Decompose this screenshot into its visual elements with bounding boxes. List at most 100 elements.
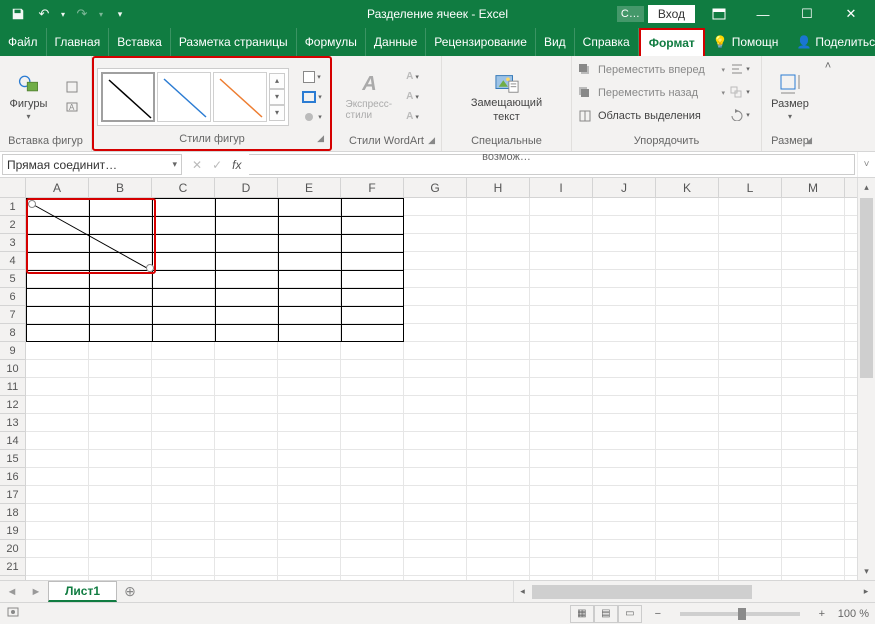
- col-header[interactable]: A: [26, 178, 89, 197]
- macro-record-button[interactable]: [6, 605, 20, 622]
- sheet-nav-next[interactable]: ►: [24, 581, 48, 602]
- scroll-up-button[interactable]: ▴: [858, 178, 875, 196]
- zoom-slider-thumb[interactable]: [738, 608, 746, 620]
- expand-formula-bar-button[interactable]: ˅: [857, 152, 875, 177]
- style-thumb-3[interactable]: [213, 72, 267, 122]
- row-header[interactable]: 8: [0, 324, 25, 342]
- shape-handle-end[interactable]: [146, 264, 154, 272]
- express-styles-button[interactable]: A Экспресс-стили: [346, 67, 394, 127]
- shape-handle-start[interactable]: [28, 200, 36, 208]
- group-button[interactable]: ▾: [725, 83, 755, 101]
- row-header[interactable]: 2: [0, 216, 25, 234]
- tab-help[interactable]: Справка: [575, 28, 639, 56]
- redo-more-button[interactable]: ▾: [96, 3, 106, 25]
- save-button[interactable]: [6, 3, 30, 25]
- redo-button[interactable]: ↷: [70, 3, 94, 25]
- row-header[interactable]: 13: [0, 414, 25, 432]
- row-header[interactable]: 20: [0, 540, 25, 558]
- undo-more-button[interactable]: ▾: [58, 3, 68, 25]
- align-button[interactable]: ▾: [725, 60, 755, 78]
- rotate-button[interactable]: ▾: [725, 106, 755, 124]
- normal-view-button[interactable]: ▦: [570, 605, 594, 623]
- tab-view[interactable]: Вид: [536, 28, 575, 56]
- tab-insert[interactable]: Вставка: [109, 28, 171, 56]
- col-header[interactable]: C: [152, 178, 215, 197]
- minimize-button[interactable]: —: [743, 0, 783, 28]
- row-header[interactable]: 14: [0, 432, 25, 450]
- hscroll-thumb[interactable]: [532, 585, 752, 599]
- size-dialog-launcher[interactable]: ◢: [805, 132, 812, 148]
- text-effects-button[interactable]: A▾: [398, 108, 428, 126]
- row-header[interactable]: 6: [0, 288, 25, 306]
- tab-data[interactable]: Данные: [366, 28, 426, 56]
- row-header[interactable]: 4: [0, 252, 25, 270]
- edit-shape-button[interactable]: [57, 78, 87, 96]
- col-header[interactable]: I: [530, 178, 593, 197]
- scroll-down-button[interactable]: ▾: [858, 562, 875, 580]
- text-box-button[interactable]: A: [57, 98, 87, 116]
- row-header[interactable]: 9: [0, 342, 25, 360]
- tell-me-button[interactable]: 💡 Помощн: [705, 28, 787, 56]
- scroll-left-button[interactable]: ◂: [514, 586, 532, 597]
- row-header[interactable]: 5: [0, 270, 25, 288]
- select-all-button[interactable]: [0, 178, 26, 198]
- undo-button[interactable]: ↶: [32, 3, 56, 25]
- row-header[interactable]: 3: [0, 234, 25, 252]
- col-header[interactable]: J: [593, 178, 656, 197]
- alt-text-button[interactable]: Замещающий текст: [462, 67, 552, 127]
- row-header[interactable]: 15: [0, 450, 25, 468]
- col-header[interactable]: D: [215, 178, 278, 197]
- shapes-button[interactable]: Фигуры ▾: [5, 67, 53, 127]
- zoom-in-button[interactable]: +: [814, 608, 830, 620]
- horizontal-scrollbar[interactable]: ◂ ▸: [513, 581, 875, 602]
- col-header[interactable]: K: [656, 178, 719, 197]
- text-fill-button[interactable]: A▾: [398, 68, 428, 86]
- tab-file[interactable]: Файл: [0, 28, 47, 56]
- bring-forward-button[interactable]: Переместить вперед▾: [578, 60, 725, 80]
- ribbon-display-options-button[interactable]: [699, 0, 739, 28]
- share-button[interactable]: 👤 Поделиться: [788, 28, 875, 56]
- sign-in-button[interactable]: Вход: [648, 5, 695, 23]
- row-header[interactable]: 17: [0, 486, 25, 504]
- sheet-nav-prev[interactable]: ◄: [0, 581, 24, 602]
- col-header[interactable]: E: [278, 178, 341, 197]
- collapse-ribbon-button[interactable]: ˄: [825, 60, 831, 72]
- row-header[interactable]: 18: [0, 504, 25, 522]
- row-header[interactable]: 11: [0, 378, 25, 396]
- style-thumb-2[interactable]: [157, 72, 211, 122]
- row-header[interactable]: 12: [0, 396, 25, 414]
- tab-home[interactable]: Главная: [47, 28, 110, 56]
- col-header[interactable]: L: [719, 178, 782, 197]
- row-header[interactable]: 19: [0, 522, 25, 540]
- text-outline-button[interactable]: A▾: [398, 88, 428, 106]
- tab-format[interactable]: Формат: [639, 28, 705, 56]
- col-header[interactable]: G: [404, 178, 467, 197]
- scroll-right-button[interactable]: ▸: [857, 586, 875, 597]
- zoom-out-button[interactable]: −: [650, 608, 666, 620]
- style-thumb-1[interactable]: [101, 72, 155, 122]
- col-header[interactable]: F: [341, 178, 404, 197]
- selected-line-shape[interactable]: [26, 198, 156, 274]
- page-layout-view-button[interactable]: ▤: [594, 605, 618, 623]
- zoom-slider[interactable]: [680, 612, 800, 616]
- size-button[interactable]: Размер ▾: [766, 67, 814, 127]
- shape-styles-gallery[interactable]: ▴ ▾ ▾: [97, 68, 289, 126]
- name-box-dropdown[interactable]: ▾: [172, 159, 177, 170]
- col-header[interactable]: H: [467, 178, 530, 197]
- col-header[interactable]: M: [782, 178, 845, 197]
- tab-review[interactable]: Рецензирование: [426, 28, 536, 56]
- tab-formulas[interactable]: Формулы: [297, 28, 366, 56]
- maximize-button[interactable]: ☐: [787, 0, 827, 28]
- cells-area[interactable]: [26, 198, 857, 580]
- tab-page-layout[interactable]: Разметка страницы: [171, 28, 297, 56]
- new-sheet-button[interactable]: ⊕: [117, 581, 143, 602]
- shape-styles-dialog-launcher[interactable]: ◢: [317, 130, 324, 146]
- page-break-view-button[interactable]: ▭: [618, 605, 642, 623]
- row-header[interactable]: 21: [0, 558, 25, 576]
- row-header[interactable]: 10: [0, 360, 25, 378]
- row-header[interactable]: 7: [0, 306, 25, 324]
- row-header[interactable]: 1: [0, 198, 25, 216]
- vscroll-thumb[interactable]: [860, 198, 873, 378]
- row-header[interactable]: 16: [0, 468, 25, 486]
- send-backward-button[interactable]: Переместить назад▾: [578, 83, 725, 103]
